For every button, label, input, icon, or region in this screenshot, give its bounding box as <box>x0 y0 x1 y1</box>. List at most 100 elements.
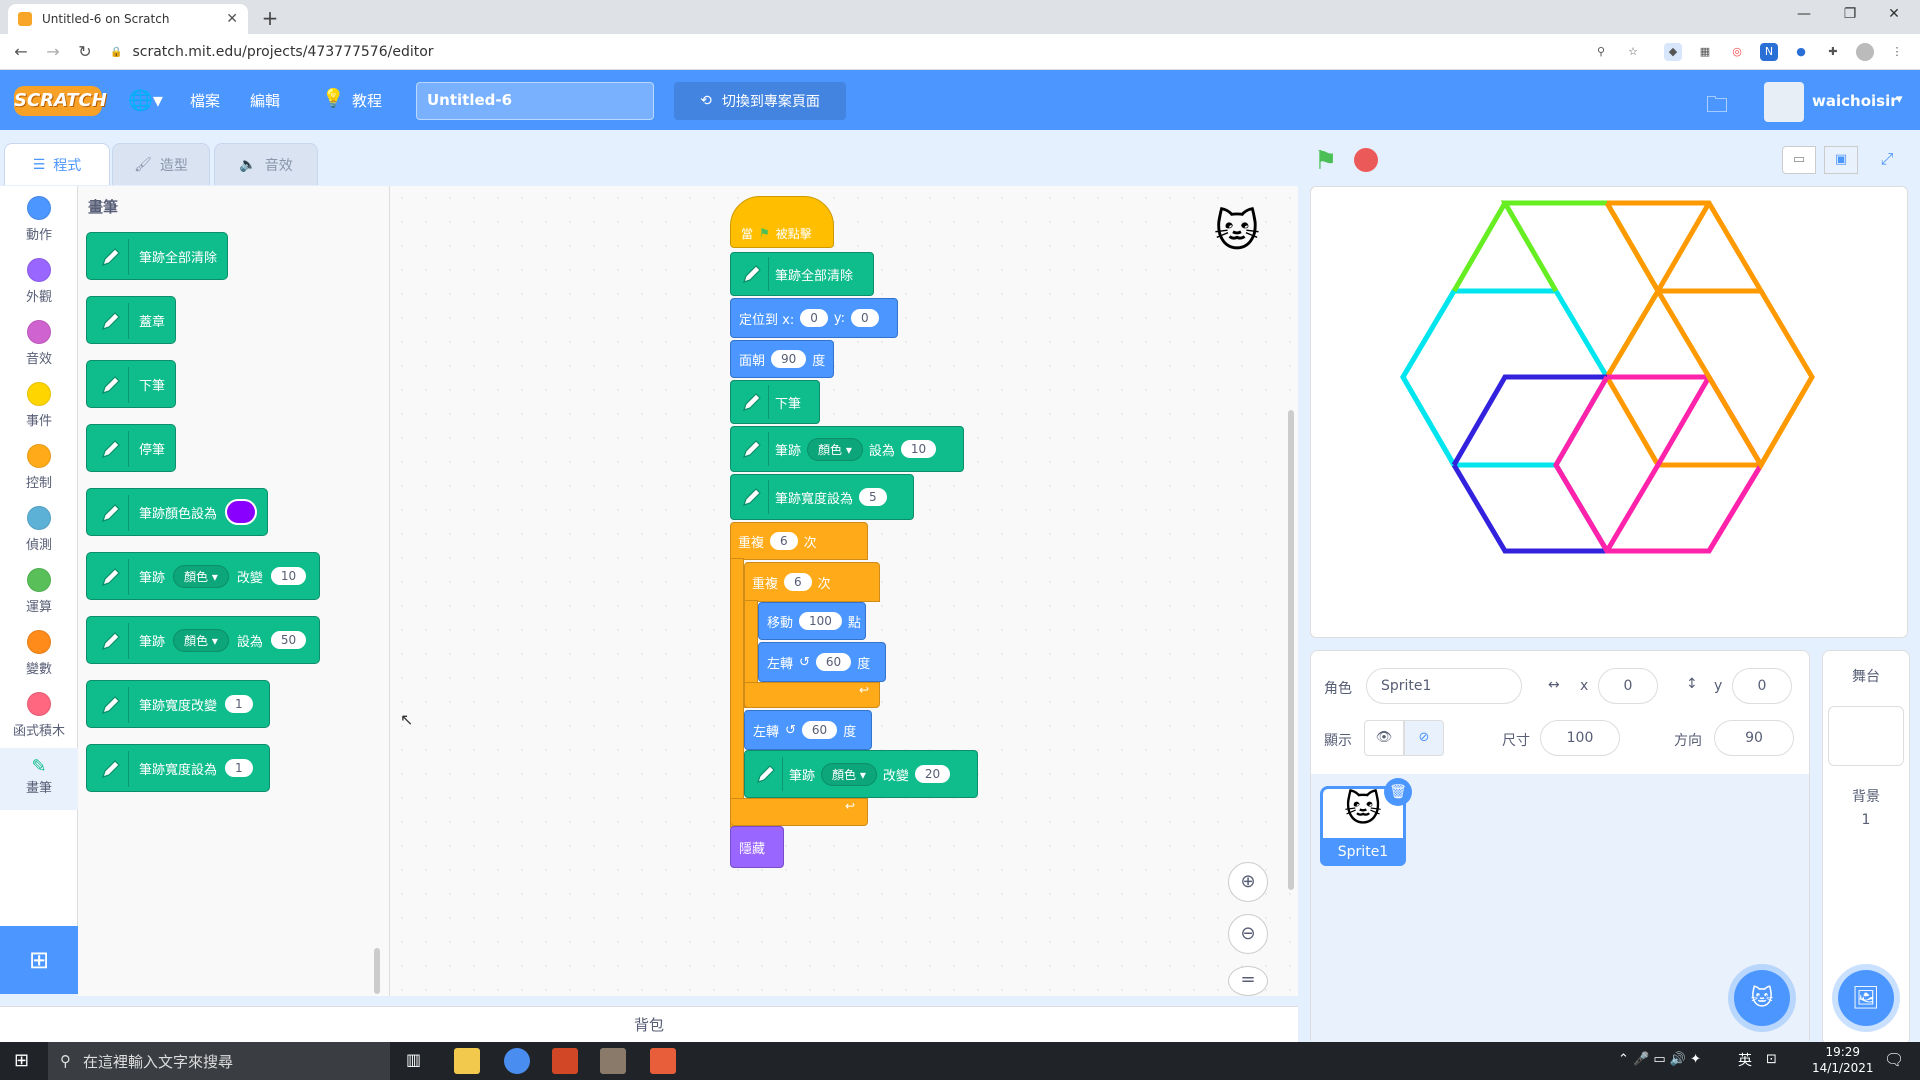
value-input[interactable]: 1 <box>225 759 253 777</box>
color-param-dropdown[interactable]: 顏色 ▾ <box>173 564 229 588</box>
category-operators[interactable]: 運算 <box>0 568 78 615</box>
category-motion[interactable]: 動作 <box>0 196 78 243</box>
size-input[interactable]: 100 <box>1540 720 1620 756</box>
fullscreen-icon[interactable]: ⤢ <box>1870 146 1904 174</box>
x-input[interactable]: 0 <box>1598 668 1658 704</box>
account-chevron-down-icon[interactable]: ▾ <box>1896 92 1903 107</box>
value-input[interactable]: 20 <box>914 765 951 783</box>
my-stuff-folder-icon[interactable]: 🗀 <box>1706 88 1728 126</box>
backpack[interactable]: 背包 <box>0 1006 1298 1042</box>
color-param-dropdown[interactable]: 顏色 ▾ <box>821 762 877 786</box>
turn-left-block-2[interactable]: 左轉 ↺ 60 度 <box>744 710 872 750</box>
color-swatch[interactable] <box>225 499 258 525</box>
user-avatar[interactable] <box>1764 82 1804 122</box>
value-input[interactable]: 10 <box>900 440 937 458</box>
move-steps-block[interactable]: 移動 100 點 <box>758 602 866 640</box>
ime-mode-icon[interactable]: ⊡ <box>1766 1052 1777 1067</box>
change-pen-color-block[interactable]: 筆跡 顏色 ▾ 改變 20 <box>744 750 978 798</box>
sprite-name-input[interactable]: Sprite1 <box>1366 668 1522 704</box>
palette-block-set-param[interactable]: 筆跡 顏色 ▾ 設為 50 <box>86 616 320 664</box>
ime-indicator[interactable]: 英 <box>1738 1050 1752 1070</box>
stage-canvas[interactable] <box>1310 186 1908 638</box>
y-input[interactable]: 0 <box>851 309 879 327</box>
repeat-count-input[interactable]: 6 <box>784 573 812 591</box>
turn-left-block[interactable]: 左轉 ↺ 60 度 <box>758 642 886 682</box>
normal-stage-icon[interactable]: ▣ <box>1824 146 1858 174</box>
task-view-icon[interactable]: ▥ <box>406 1050 421 1069</box>
back-icon[interactable]: ← <box>10 42 32 61</box>
app-icon-2[interactable] <box>650 1048 676 1074</box>
close-tab-icon[interactable]: ✕ <box>226 11 238 27</box>
palette-scrollbar[interactable] <box>374 948 380 994</box>
tab-code[interactable]: ☰ 程式 <box>4 143 110 185</box>
value-input[interactable]: 50 <box>270 631 307 649</box>
url-bar[interactable]: 🔒 scratch.mit.edu/projects/473777576/edi… <box>110 39 1710 65</box>
edit-menu[interactable]: 編輯 <box>250 90 280 111</box>
category-sensing[interactable]: 偵測 <box>0 506 78 553</box>
palette-block-pen-up[interactable]: 停筆 <box>86 424 176 472</box>
when-flag-clicked-block[interactable]: 當 ⚑ 被點擊 <box>730 196 834 248</box>
color-param-dropdown[interactable]: 顏色 ▾ <box>173 628 229 652</box>
direction-input[interactable]: 90 <box>1714 720 1794 756</box>
x-input[interactable]: 0 <box>800 309 828 327</box>
extension-icon[interactable]: ◆ <box>1664 43 1682 61</box>
palette-block-stamp[interactable]: 蓋章 <box>86 296 176 344</box>
show-eye-icon[interactable]: 👁 <box>1364 720 1404 756</box>
add-backdrop-button[interactable]: 🖼 <box>1838 970 1894 1026</box>
palette-block-clear[interactable]: 筆跡全部清除 <box>86 232 228 280</box>
clear-block[interactable]: 筆跡全部清除 <box>730 252 874 296</box>
extension-record-icon[interactable]: ◎ <box>1728 43 1746 61</box>
project-title-input[interactable]: Untitled-6 <box>416 82 654 120</box>
chrome-icon[interactable] <box>504 1048 530 1074</box>
forward-icon[interactable]: → <box>42 42 64 61</box>
browser-tab[interactable]: Untitled-6 on Scratch ✕ <box>8 4 248 34</box>
bookmark-star-icon[interactable]: ☆ <box>1624 43 1642 61</box>
add-extension-button[interactable]: ⊞ <box>0 926 78 994</box>
degrees-input[interactable]: 60 <box>801 721 838 739</box>
hide-block[interactable]: 隱藏 <box>730 826 784 868</box>
username[interactable]: waichoisir <box>1812 92 1898 110</box>
powerpoint-icon[interactable] <box>552 1048 578 1074</box>
category-variables[interactable]: 變數 <box>0 630 78 677</box>
stop-icon[interactable] <box>1354 148 1378 172</box>
zoom-in-icon[interactable]: ⊕ <box>1228 862 1268 902</box>
set-pen-color-block[interactable]: 筆跡 顏色 ▾ 設為 10 <box>730 426 964 472</box>
add-sprite-button[interactable]: 🐱 <box>1734 970 1790 1026</box>
notifications-icon[interactable]: 🗨 <box>1884 1050 1904 1069</box>
reload-icon[interactable]: ↻ <box>74 42 96 61</box>
pen-down-block[interactable]: 下筆 <box>730 380 820 424</box>
workspace-scrollbar[interactable] <box>1288 410 1294 890</box>
see-project-page-button[interactable]: ⟲ 切換到專案頁面 <box>674 82 846 120</box>
zoom-out-icon[interactable]: ⊖ <box>1228 914 1268 954</box>
extension-dot-icon[interactable]: ● <box>1792 43 1810 61</box>
zoom-icon[interactable]: ⚲ <box>1592 43 1610 61</box>
category-pen[interactable]: ✎ 畫筆 <box>0 748 78 810</box>
palette-block-change-param[interactable]: 筆跡 顏色 ▾ 改變 10 <box>86 552 320 600</box>
color-param-dropdown[interactable]: 顏色 ▾ <box>807 437 863 461</box>
value-input[interactable]: 10 <box>270 567 307 585</box>
hide-eye-icon[interactable]: ⊘ <box>1404 720 1444 756</box>
palette-block-set-size[interactable]: 筆跡寬度設為 1 <box>86 744 270 792</box>
palette-block-pen-down[interactable]: 下筆 <box>86 360 176 408</box>
steps-input[interactable]: 100 <box>799 612 842 630</box>
windows-start-icon[interactable]: ⊞ <box>14 1050 29 1071</box>
chrome-menu-icon[interactable]: ⋮ <box>1888 43 1906 61</box>
category-control[interactable]: 控制 <box>0 444 78 491</box>
tab-sounds[interactable]: 🔈 音效 <box>214 143 318 185</box>
degrees-input[interactable]: 60 <box>815 653 852 671</box>
close-window-icon[interactable]: ✕ <box>1874 6 1914 22</box>
language-globe-icon[interactable]: 🌐▾ <box>128 88 163 112</box>
category-events[interactable]: 事件 <box>0 382 78 429</box>
restore-icon[interactable]: ❐ <box>1830 6 1870 22</box>
palette-block-set-color[interactable]: 筆跡顏色設為 <box>86 488 268 536</box>
small-stage-icon[interactable]: ▭ <box>1782 146 1816 174</box>
palette-block-change-size[interactable]: 筆跡寬度改變 1 <box>86 680 270 728</box>
taskbar-search[interactable]: ⚲ 在這裡輸入文字來搜尋 <box>48 1042 390 1080</box>
stage-thumbnail[interactable] <box>1828 706 1904 766</box>
app-icon[interactable] <box>600 1048 626 1074</box>
system-tray-icons[interactable]: ⌃ 🎤 ▭ 🔊 ✦ <box>1618 1052 1701 1067</box>
delete-sprite-icon[interactable]: 🗑 <box>1384 778 1412 806</box>
value-input[interactable]: 5 <box>859 488 887 506</box>
set-pen-size-block[interactable]: 筆跡寬度設為 5 <box>730 474 914 520</box>
tutorials-menu[interactable]: 教程 <box>352 90 382 111</box>
